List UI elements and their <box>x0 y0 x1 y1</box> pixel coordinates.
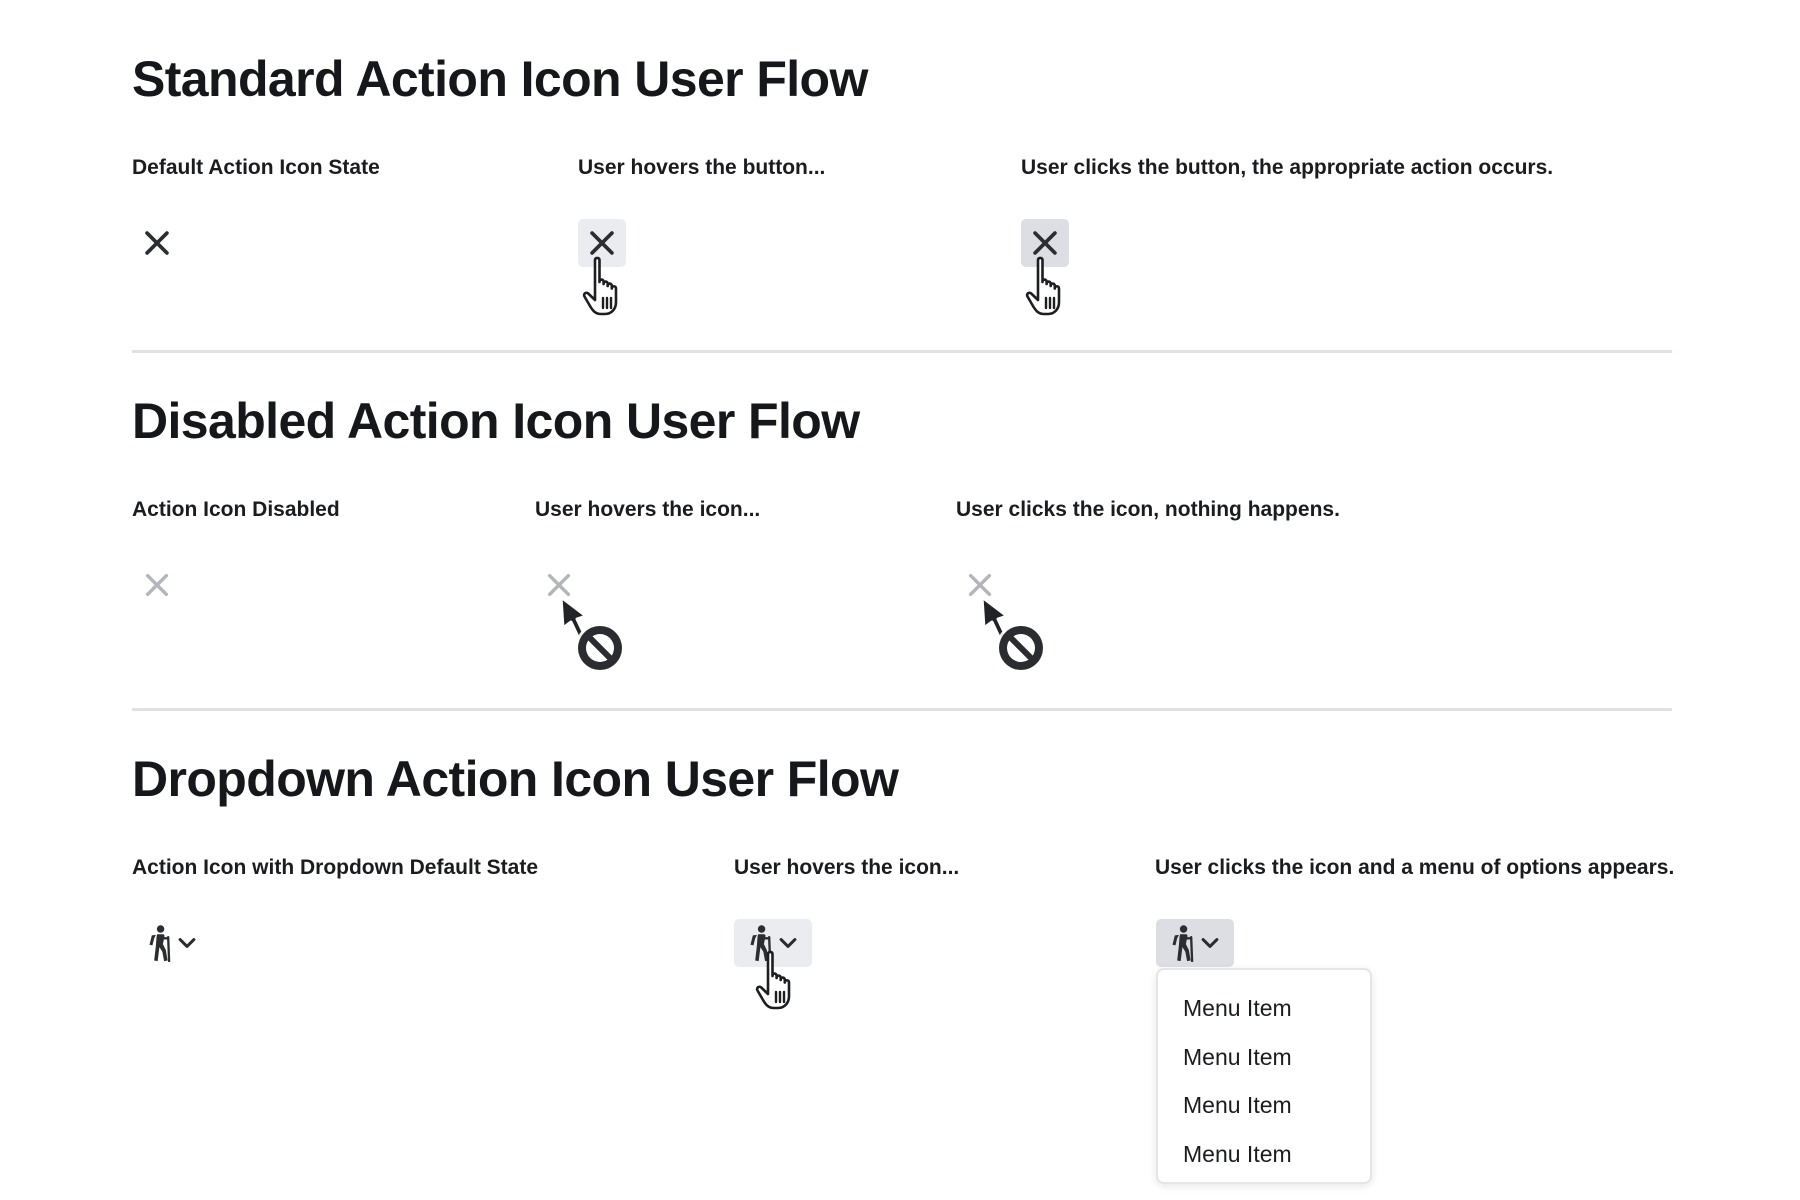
close-icon <box>1028 226 1062 260</box>
close-icon <box>140 226 174 260</box>
hiker-dropdown-button-open[interactable] <box>1156 919 1234 967</box>
step-caption-click: User clicks the button, the appropriate … <box>1021 156 1554 179</box>
close-icon <box>141 569 173 601</box>
chevron-down-icon <box>777 932 799 954</box>
step-caption-disabled-click: User clicks the icon, nothing happens. <box>956 498 1340 521</box>
close-icon <box>585 226 619 260</box>
step-caption-default: Default Action Icon State <box>132 156 380 179</box>
close-icon <box>543 569 575 601</box>
dropdown-menu: Menu Item Menu Item Menu Item Menu Item <box>1156 968 1372 1184</box>
close-action-button-disabled <box>133 561 181 609</box>
hiker-icon <box>1169 924 1197 962</box>
section-title-disabled: Disabled Action Icon User Flow <box>132 393 860 449</box>
close-action-button-disabled-clicked <box>956 561 1004 609</box>
hiker-dropdown-button-hovered[interactable] <box>734 919 812 967</box>
step-caption-dropdown-hover: User hovers the icon... <box>734 856 960 879</box>
user-flow-page: Standard Action Icon User Flow Default A… <box>0 0 1800 1200</box>
close-action-button-default[interactable] <box>133 219 181 267</box>
hiker-icon <box>747 924 775 962</box>
section-title-dropdown: Dropdown Action Icon User Flow <box>132 751 899 807</box>
step-caption-dropdown-open: User clicks the icon and a menu of optio… <box>1155 856 1675 879</box>
step-caption-disabled-hover: User hovers the icon... <box>535 498 761 521</box>
menu-item[interactable]: Menu Item <box>1158 1081 1370 1130</box>
section-divider <box>132 350 1672 353</box>
hiker-dropdown-button-default[interactable] <box>133 919 211 967</box>
chevron-down-icon <box>176 932 198 954</box>
menu-item[interactable]: Menu Item <box>1158 1130 1370 1179</box>
step-caption-disabled: Action Icon Disabled <box>132 498 340 521</box>
hiker-icon <box>146 924 174 962</box>
close-action-button-disabled-hovered <box>535 561 583 609</box>
menu-item[interactable]: Menu Item <box>1158 1033 1370 1082</box>
section-divider <box>132 708 1672 711</box>
menu-item[interactable]: Menu Item <box>1158 984 1370 1033</box>
step-caption-hover: User hovers the button... <box>578 156 826 179</box>
step-caption-dropdown-default: Action Icon with Dropdown Default State <box>132 856 538 879</box>
close-icon <box>964 569 996 601</box>
section-title-standard: Standard Action Icon User Flow <box>132 51 868 107</box>
close-action-button-pressed[interactable] <box>1021 219 1069 267</box>
close-action-button-hovered[interactable] <box>578 219 626 267</box>
chevron-down-icon <box>1199 932 1221 954</box>
